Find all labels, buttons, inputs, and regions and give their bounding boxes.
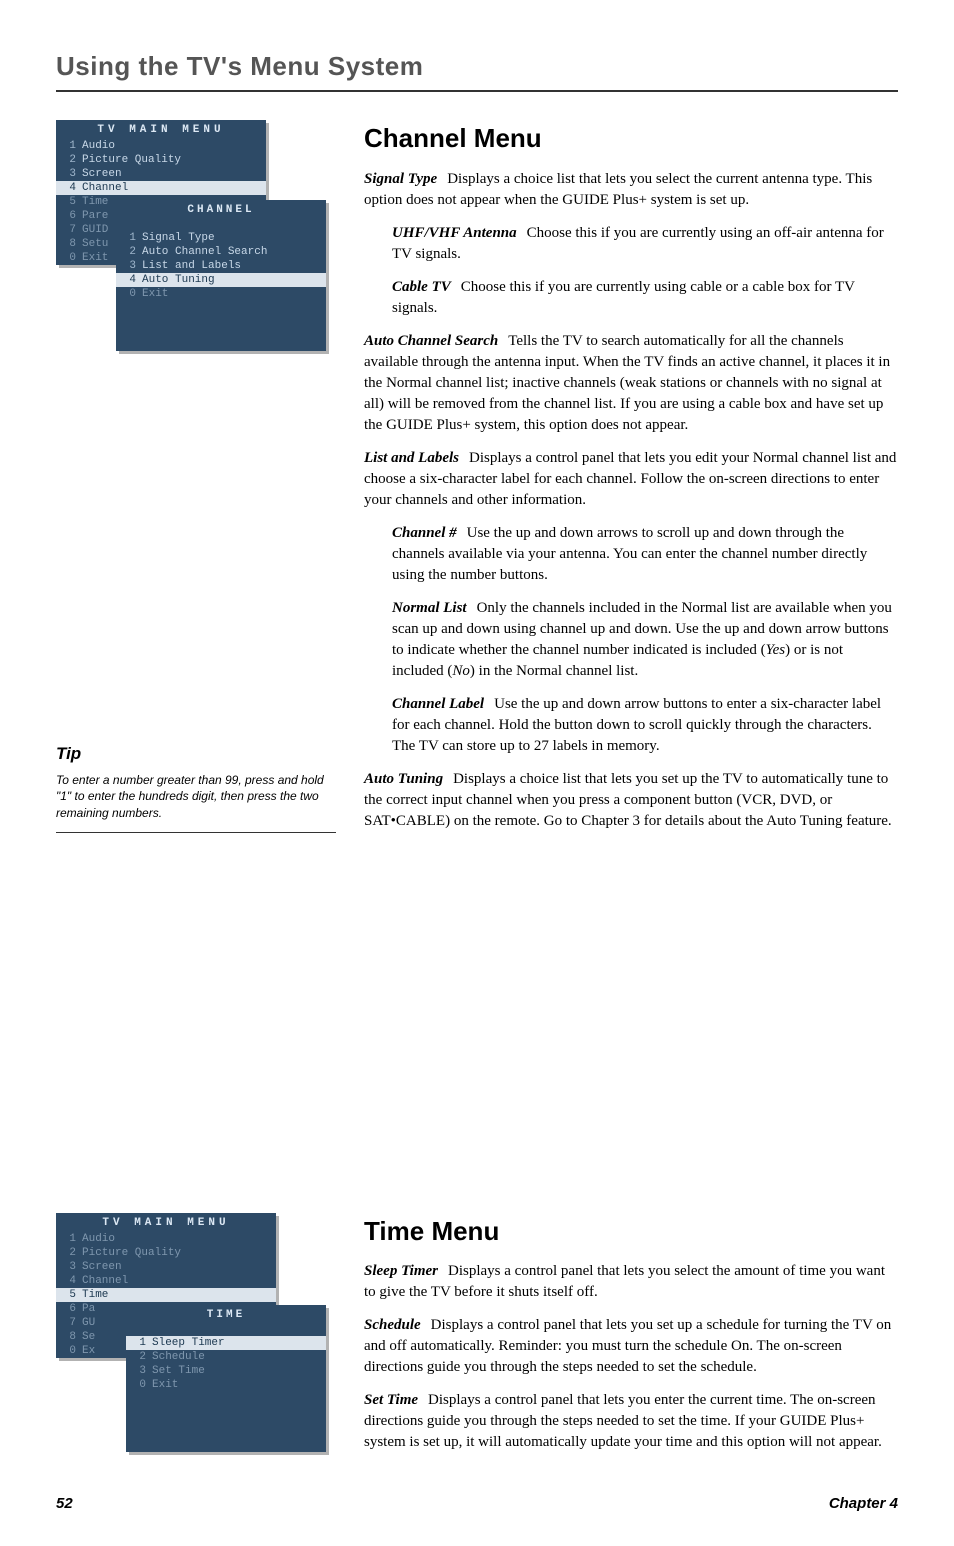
tv-sub-title-channel: CHANNEL — [116, 200, 326, 219]
uhf-para: UHF/VHF AntennaChoose this if you are cu… — [392, 223, 898, 265]
page-number: 52 — [56, 1493, 73, 1514]
tv-main-title: TV MAIN MENU — [56, 120, 266, 139]
auto-channel-search-para: Auto Channel SearchTells the TV to searc… — [364, 331, 898, 436]
tip-body: To enter a number greater than 99, press… — [56, 772, 336, 833]
time-menu-heading: Time Menu — [364, 1213, 898, 1249]
schedule-para: ScheduleDisplays a control panel that le… — [364, 1315, 898, 1378]
signal-type-para: Signal TypeDisplays a choice list that l… — [364, 169, 898, 211]
cable-para: Cable TVChoose this if you are currently… — [392, 277, 898, 319]
tv-menu-channel-screenshot: TV MAIN MENU 1Audio 2Picture Quality 3Sc… — [56, 120, 336, 350]
tv-main-title-2: TV MAIN MENU — [56, 1213, 276, 1232]
channel-menu-heading: Channel Menu — [364, 120, 898, 156]
sleep-timer-para: Sleep TimerDisplays a control panel that… — [364, 1261, 898, 1303]
page-title: Using the TV's Menu System — [56, 48, 898, 92]
set-time-para: Set TimeDisplays a control panel that le… — [364, 1390, 898, 1453]
tv-sub-title-time: TIME — [126, 1305, 326, 1324]
tv-menu-time-screenshot: TV MAIN MENU 1Audio 2Picture Quality 3Sc… — [56, 1213, 336, 1443]
chapter-label: Chapter 4 — [829, 1493, 898, 1514]
tip-heading: Tip — [56, 742, 336, 766]
